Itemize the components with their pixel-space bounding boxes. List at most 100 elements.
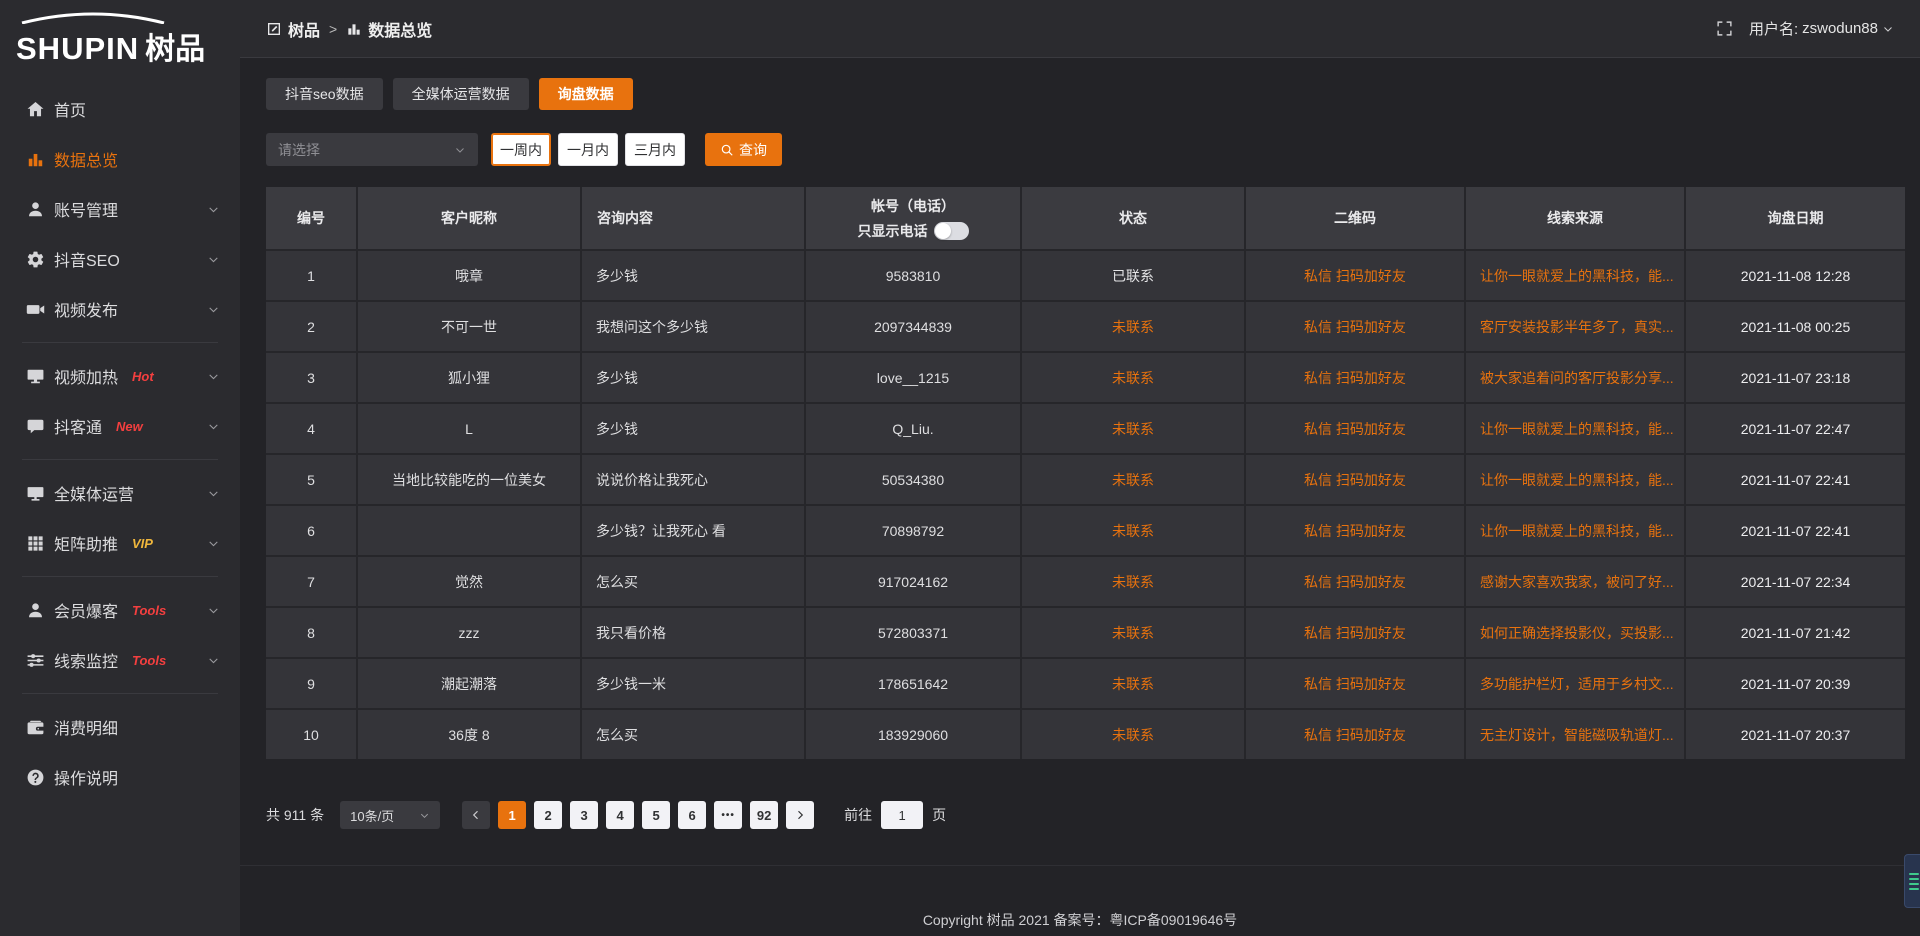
cell-source[interactable]: 被大家追着问的客厅投影分享...: [1466, 353, 1684, 402]
grid-icon: [26, 534, 45, 553]
app-window: SHUPIN 树品 首页 数据总览 账号管理 抖音SEO 视频发布: [0, 0, 1920, 936]
sidebar-item-user[interactable]: 账号管理: [0, 184, 240, 234]
cell-content: 多少钱: [582, 404, 804, 453]
page-more-button[interactable]: •••: [714, 801, 742, 829]
sidebar-item-grid[interactable]: 矩阵助推 VIP: [0, 518, 240, 568]
logo-arc: [18, 12, 168, 24]
cell-qr[interactable]: 私信 扫码加好友: [1246, 608, 1464, 657]
cell-nick: 狐小狸: [358, 353, 580, 402]
phone-only-toggle[interactable]: [934, 222, 969, 240]
cell-qr[interactable]: 私信 扫码加好友: [1246, 710, 1464, 759]
cell-account: 917024162: [806, 557, 1020, 606]
cell-nick: L: [358, 404, 580, 453]
chevron-down-icon: [1882, 23, 1894, 35]
cell-status: 未联系: [1022, 506, 1244, 555]
user-icon: [26, 200, 45, 219]
range-button-三月内[interactable]: 三月内: [625, 133, 685, 166]
cell-source[interactable]: 客厅安装投影半年多了，真实...: [1466, 302, 1684, 351]
filter-select-placeholder: 请选择: [278, 140, 320, 160]
sidebar-nav: 首页 数据总览 账号管理 抖音SEO 视频发布 视频加热 Hot 抖客通 New: [0, 74, 240, 802]
cell-nick: 哦章: [358, 251, 580, 300]
cell-status: 未联系: [1022, 608, 1244, 657]
cell-account: Q_Liu.: [806, 404, 1020, 453]
filter-bar: 请选择 一周内一月内三月内 查询: [266, 133, 1905, 166]
cell-content: 说说价格让我死心: [582, 455, 804, 504]
cell-content: 多少钱？让我死心 看: [582, 506, 804, 555]
column-header-source: 线索来源: [1466, 187, 1684, 249]
cell-source[interactable]: 如何正确选择投影仪，买投影...: [1466, 608, 1684, 657]
corner-widget[interactable]: [1904, 854, 1920, 908]
filter-select[interactable]: 请选择: [266, 133, 478, 166]
page-button-92[interactable]: 92: [750, 801, 778, 829]
page-list: 123456 ••• 92: [498, 801, 778, 829]
cell-source[interactable]: 让你一眼就爱上的黑科技，能...: [1466, 455, 1684, 504]
fullscreen-icon[interactable]: [1716, 20, 1733, 37]
sidebar-item-badge: Tools: [132, 653, 166, 668]
cell-qr[interactable]: 私信 扫码加好友: [1246, 302, 1464, 351]
page-size-select[interactable]: 10条/页: [340, 801, 440, 829]
sidebar-item-screen[interactable]: 视频加热 Hot: [0, 351, 240, 401]
search-button[interactable]: 查询: [705, 133, 782, 166]
page-jump: 前往 页: [844, 801, 946, 829]
cell-status: 未联系: [1022, 557, 1244, 606]
help-icon: [26, 768, 45, 787]
sidebar-item-home[interactable]: 首页: [0, 84, 240, 134]
tab-抖音seo数据[interactable]: 抖音seo数据: [266, 78, 383, 110]
cell-source[interactable]: 让你一眼就爱上的黑科技，能...: [1466, 404, 1684, 453]
sidebar-item-wallet[interactable]: 消费明细: [0, 702, 240, 752]
cell-source[interactable]: 多功能护栏灯，适用于乡村文...: [1466, 659, 1684, 708]
cell-account: 572803371: [806, 608, 1020, 657]
sidebar-divider: [22, 342, 218, 343]
content: 抖音seo数据全媒体运营数据询盘数据 请选择 一周内一月内三月内 查询 编号 客…: [240, 58, 1920, 829]
cell-id: 1: [266, 251, 356, 300]
cell-qr[interactable]: 私信 扫码加好友: [1246, 404, 1464, 453]
page-button-2[interactable]: 2: [534, 801, 562, 829]
sidebar-item-label: 视频加热: [54, 364, 118, 388]
user-menu[interactable]: 用户名: zswodun88: [1749, 18, 1894, 39]
cell-qr[interactable]: 私信 扫码加好友: [1246, 251, 1464, 300]
cell-source[interactable]: 无主灯设计，智能磁吸轨道灯...: [1466, 710, 1684, 759]
chart-icon: [346, 21, 362, 37]
cell-qr[interactable]: 私信 扫码加好友: [1246, 455, 1464, 504]
sidebar-item-chat[interactable]: 抖客通 New: [0, 401, 240, 451]
cell-source[interactable]: 感谢大家喜欢我家，被问了好...: [1466, 557, 1684, 606]
sidebar-item-user[interactable]: 会员爆客 Tools: [0, 585, 240, 635]
cell-source[interactable]: 让你一眼就爱上的黑科技，能...: [1466, 251, 1684, 300]
sidebar-item-label: 数据总览: [54, 147, 118, 171]
sidebar-item-gear[interactable]: 抖音SEO: [0, 234, 240, 284]
chevron-down-icon: [207, 654, 220, 667]
prev-page-button[interactable]: [462, 801, 490, 829]
tab-询盘数据[interactable]: 询盘数据: [539, 78, 633, 110]
page-button-4[interactable]: 4: [606, 801, 634, 829]
user-icon: [26, 601, 45, 620]
cell-qr[interactable]: 私信 扫码加好友: [1246, 353, 1464, 402]
sidebar-item-video[interactable]: 视频发布: [0, 284, 240, 334]
sidebar-item-badge: New: [116, 419, 143, 434]
sidebar-item-chart[interactable]: 数据总览: [0, 134, 240, 184]
cell-qr[interactable]: 私信 扫码加好友: [1246, 506, 1464, 555]
page-button-5[interactable]: 5: [642, 801, 670, 829]
range-button-一周内[interactable]: 一周内: [491, 133, 551, 166]
sidebar-item-help[interactable]: 操作说明: [0, 752, 240, 802]
tab-全媒体运营数据[interactable]: 全媒体运营数据: [393, 78, 529, 110]
page-button-1[interactable]: 1: [498, 801, 526, 829]
sidebar-item-sliders[interactable]: 线索监控 Tools: [0, 635, 240, 685]
cell-qr[interactable]: 私信 扫码加好友: [1246, 557, 1464, 606]
cell-content: 怎么买: [582, 710, 804, 759]
next-page-button[interactable]: [786, 801, 814, 829]
cell-source[interactable]: 让你一眼就爱上的黑科技，能...: [1466, 506, 1684, 555]
cell-qr[interactable]: 私信 扫码加好友: [1246, 659, 1464, 708]
page-button-3[interactable]: 3: [570, 801, 598, 829]
sidebar-item-monitor[interactable]: 全媒体运营: [0, 468, 240, 518]
breadcrumb-item[interactable]: 树品: [266, 17, 320, 41]
chevron-down-icon: [207, 303, 220, 316]
breadcrumb-item[interactable]: 数据总览: [346, 17, 432, 41]
range-button-一月内[interactable]: 一月内: [558, 133, 618, 166]
phone-only-label: 只显示电话: [858, 221, 928, 241]
main-area: 树品 > 数据总览 用户名: zswodun88 抖音seo数据全媒体运营数据询…: [240, 0, 1920, 936]
sidebar-item-label: 会员爆客: [54, 598, 118, 622]
jump-page-input[interactable]: [881, 801, 923, 829]
home-icon: [26, 100, 45, 119]
cell-account: 9583810: [806, 251, 1020, 300]
page-button-6[interactable]: 6: [678, 801, 706, 829]
